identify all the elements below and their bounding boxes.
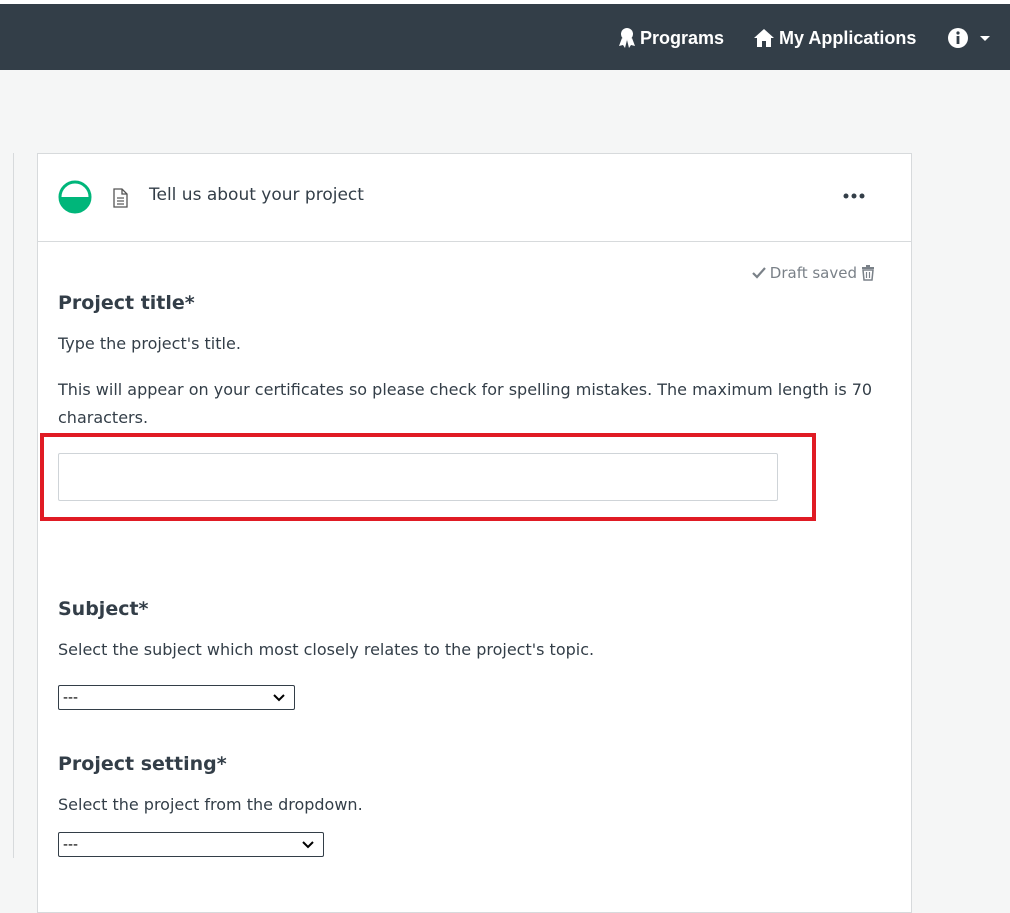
nav-my-applications-link[interactable]: My Applications xyxy=(753,24,916,52)
award-icon xyxy=(619,28,635,48)
chevron-down-icon xyxy=(273,694,285,702)
document-icon xyxy=(113,188,128,208)
project-title-input[interactable] xyxy=(58,453,778,501)
info-menu-toggle[interactable] xyxy=(948,24,996,52)
subject-select[interactable]: --- xyxy=(58,685,295,710)
more-options-icon[interactable] xyxy=(838,184,870,208)
nav-my-applications-label: My Applications xyxy=(779,27,917,48)
check-icon xyxy=(752,267,766,279)
chevron-down-icon xyxy=(302,841,314,849)
draft-status: Draft saved xyxy=(752,264,875,282)
draft-status-text: Draft saved xyxy=(769,264,857,282)
top-navbar: Programs My Applications xyxy=(0,0,1010,70)
chevron-down-icon xyxy=(980,36,990,41)
half-circle-status-icon xyxy=(58,180,92,214)
trash-icon[interactable] xyxy=(861,265,875,281)
project-form-card: Tell us about your project Draft saved P… xyxy=(37,153,912,913)
project-title-label: Project title* xyxy=(58,292,195,314)
info-icon xyxy=(948,28,968,48)
project-setting-selected-value: --- xyxy=(63,836,78,853)
card-header: Tell us about your project xyxy=(38,154,911,242)
card-title: Tell us about your project xyxy=(149,185,364,205)
subject-label: Subject* xyxy=(58,598,149,620)
project-title-help-detail: This will appear on your certificates so… xyxy=(58,380,873,427)
subject-selected-value: --- xyxy=(63,689,78,706)
home-icon xyxy=(754,29,774,47)
nav-programs-link[interactable]: Programs xyxy=(618,24,724,52)
project-setting-label: Project setting* xyxy=(58,753,227,775)
project-title-help: Type the project's title. xyxy=(58,334,241,353)
project-setting-select[interactable]: --- xyxy=(58,832,324,857)
project-setting-help: Select the project from the dropdown. xyxy=(58,795,363,814)
nav-programs-label: Programs xyxy=(640,27,725,48)
left-panel-edge xyxy=(0,153,14,858)
subject-help: Select the subject which most closely re… xyxy=(58,640,595,659)
